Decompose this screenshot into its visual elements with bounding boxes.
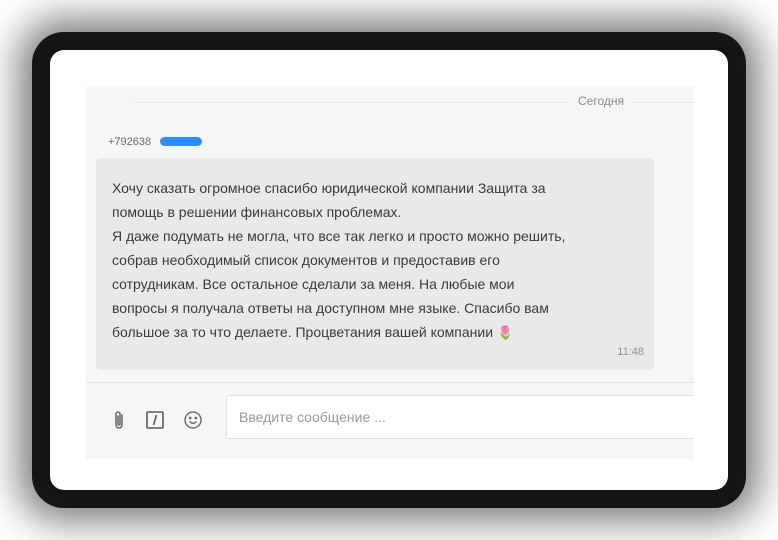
date-label: Сегодня: [568, 94, 634, 108]
message-line: сотрудникам. Все остальное сделали за ме…: [112, 276, 515, 292]
tulip-emoji-icon: 🌷: [496, 326, 514, 341]
message-input[interactable]: [227, 396, 694, 438]
date-separator: Сегодня: [134, 92, 694, 112]
message-line: Я даже подумать не могла, что все так ле…: [112, 228, 566, 244]
message-input-box[interactable]: [226, 395, 694, 439]
chat-panel: Сегодня +792638 Хочу сказать огромное сп…: [86, 86, 694, 459]
message-line: Хочу сказать огромное спасибо юридическо…: [112, 180, 546, 196]
sender-phone: +792638: [108, 136, 152, 148]
message-line: собрав необходимый список документов и п…: [112, 252, 500, 268]
message-composer: [86, 382, 694, 459]
message-time: 11:48: [617, 346, 644, 358]
message-line: большое за то что делаете. Процветания в…: [112, 324, 494, 340]
italic-icon[interactable]: [144, 409, 166, 431]
message-bubble: Хочу сказать огромное спасибо юридическо…: [96, 158, 654, 370]
chat-window: Сегодня +792638 Хочу сказать огромное сп…: [50, 50, 728, 490]
message-line: вопросы я получала ответы на доступном м…: [112, 300, 549, 316]
smiley-icon[interactable]: [182, 409, 204, 431]
redaction-mark: [160, 137, 202, 146]
paperclip-icon[interactable]: [108, 409, 130, 431]
message-text: Хочу сказать огромное спасибо юридическо…: [112, 176, 644, 346]
message-line: помощь в решении финансовых проблемах.: [112, 204, 402, 220]
